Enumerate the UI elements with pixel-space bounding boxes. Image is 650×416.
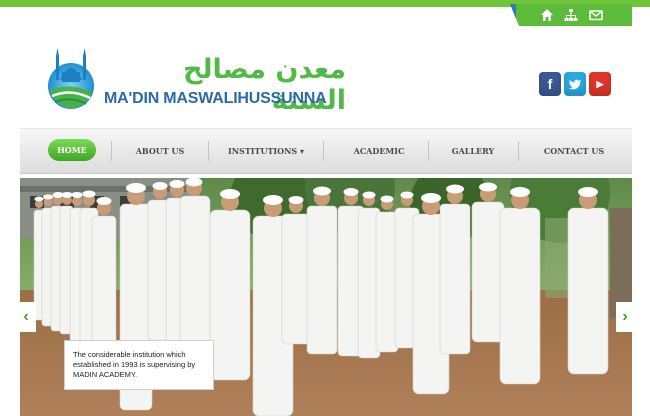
nav-academic[interactable]: ACADEMIC (330, 129, 428, 173)
home-icon[interactable] (540, 8, 554, 22)
nav-divider (111, 141, 112, 161)
nav-contact-us[interactable]: CONTACT US (526, 129, 622, 173)
nav-institutions[interactable]: INSTITUTIONS ▾ (214, 129, 318, 173)
slide-caption: The considerable institution which estab… (64, 340, 214, 390)
sitemap-icon[interactable] (564, 8, 578, 22)
utility-bar-accent (510, 4, 516, 26)
nav-home[interactable]: HOME (48, 139, 96, 161)
nav-about-us[interactable]: ABOUT US (116, 129, 204, 173)
nav-institutions-label: INSTITUTIONS (227, 146, 298, 156)
utility-bar (510, 4, 632, 26)
main-navigation: HOME ABOUT US INSTITUTIONS ▾ ACADEMIC GA… (20, 128, 632, 174)
nav-divider (518, 141, 519, 161)
slider-next-button[interactable]: › (616, 302, 634, 332)
nav-gallery[interactable]: GALLERY (432, 129, 514, 173)
mosque-logo-icon (48, 48, 94, 109)
facebook-icon[interactable]: f (539, 72, 561, 96)
twitter-icon[interactable] (564, 72, 586, 96)
logo-english-text: MA'DIN MASWALIHUSSUNNA (104, 90, 327, 107)
site-logo[interactable]: معدن مصالح السنة MA'DIN MASWALIHUSSUNNA (46, 46, 346, 116)
chevron-down-icon: ▾ (300, 146, 305, 156)
twitter-bird-icon (568, 79, 581, 90)
nav-divider (428, 141, 429, 161)
mail-icon[interactable] (589, 8, 603, 22)
nav-divider (323, 141, 324, 161)
slider-prev-button[interactable]: ‹ (16, 302, 36, 332)
nav-divider (208, 141, 209, 161)
youtube-icon[interactable]: ▶ (589, 72, 611, 96)
